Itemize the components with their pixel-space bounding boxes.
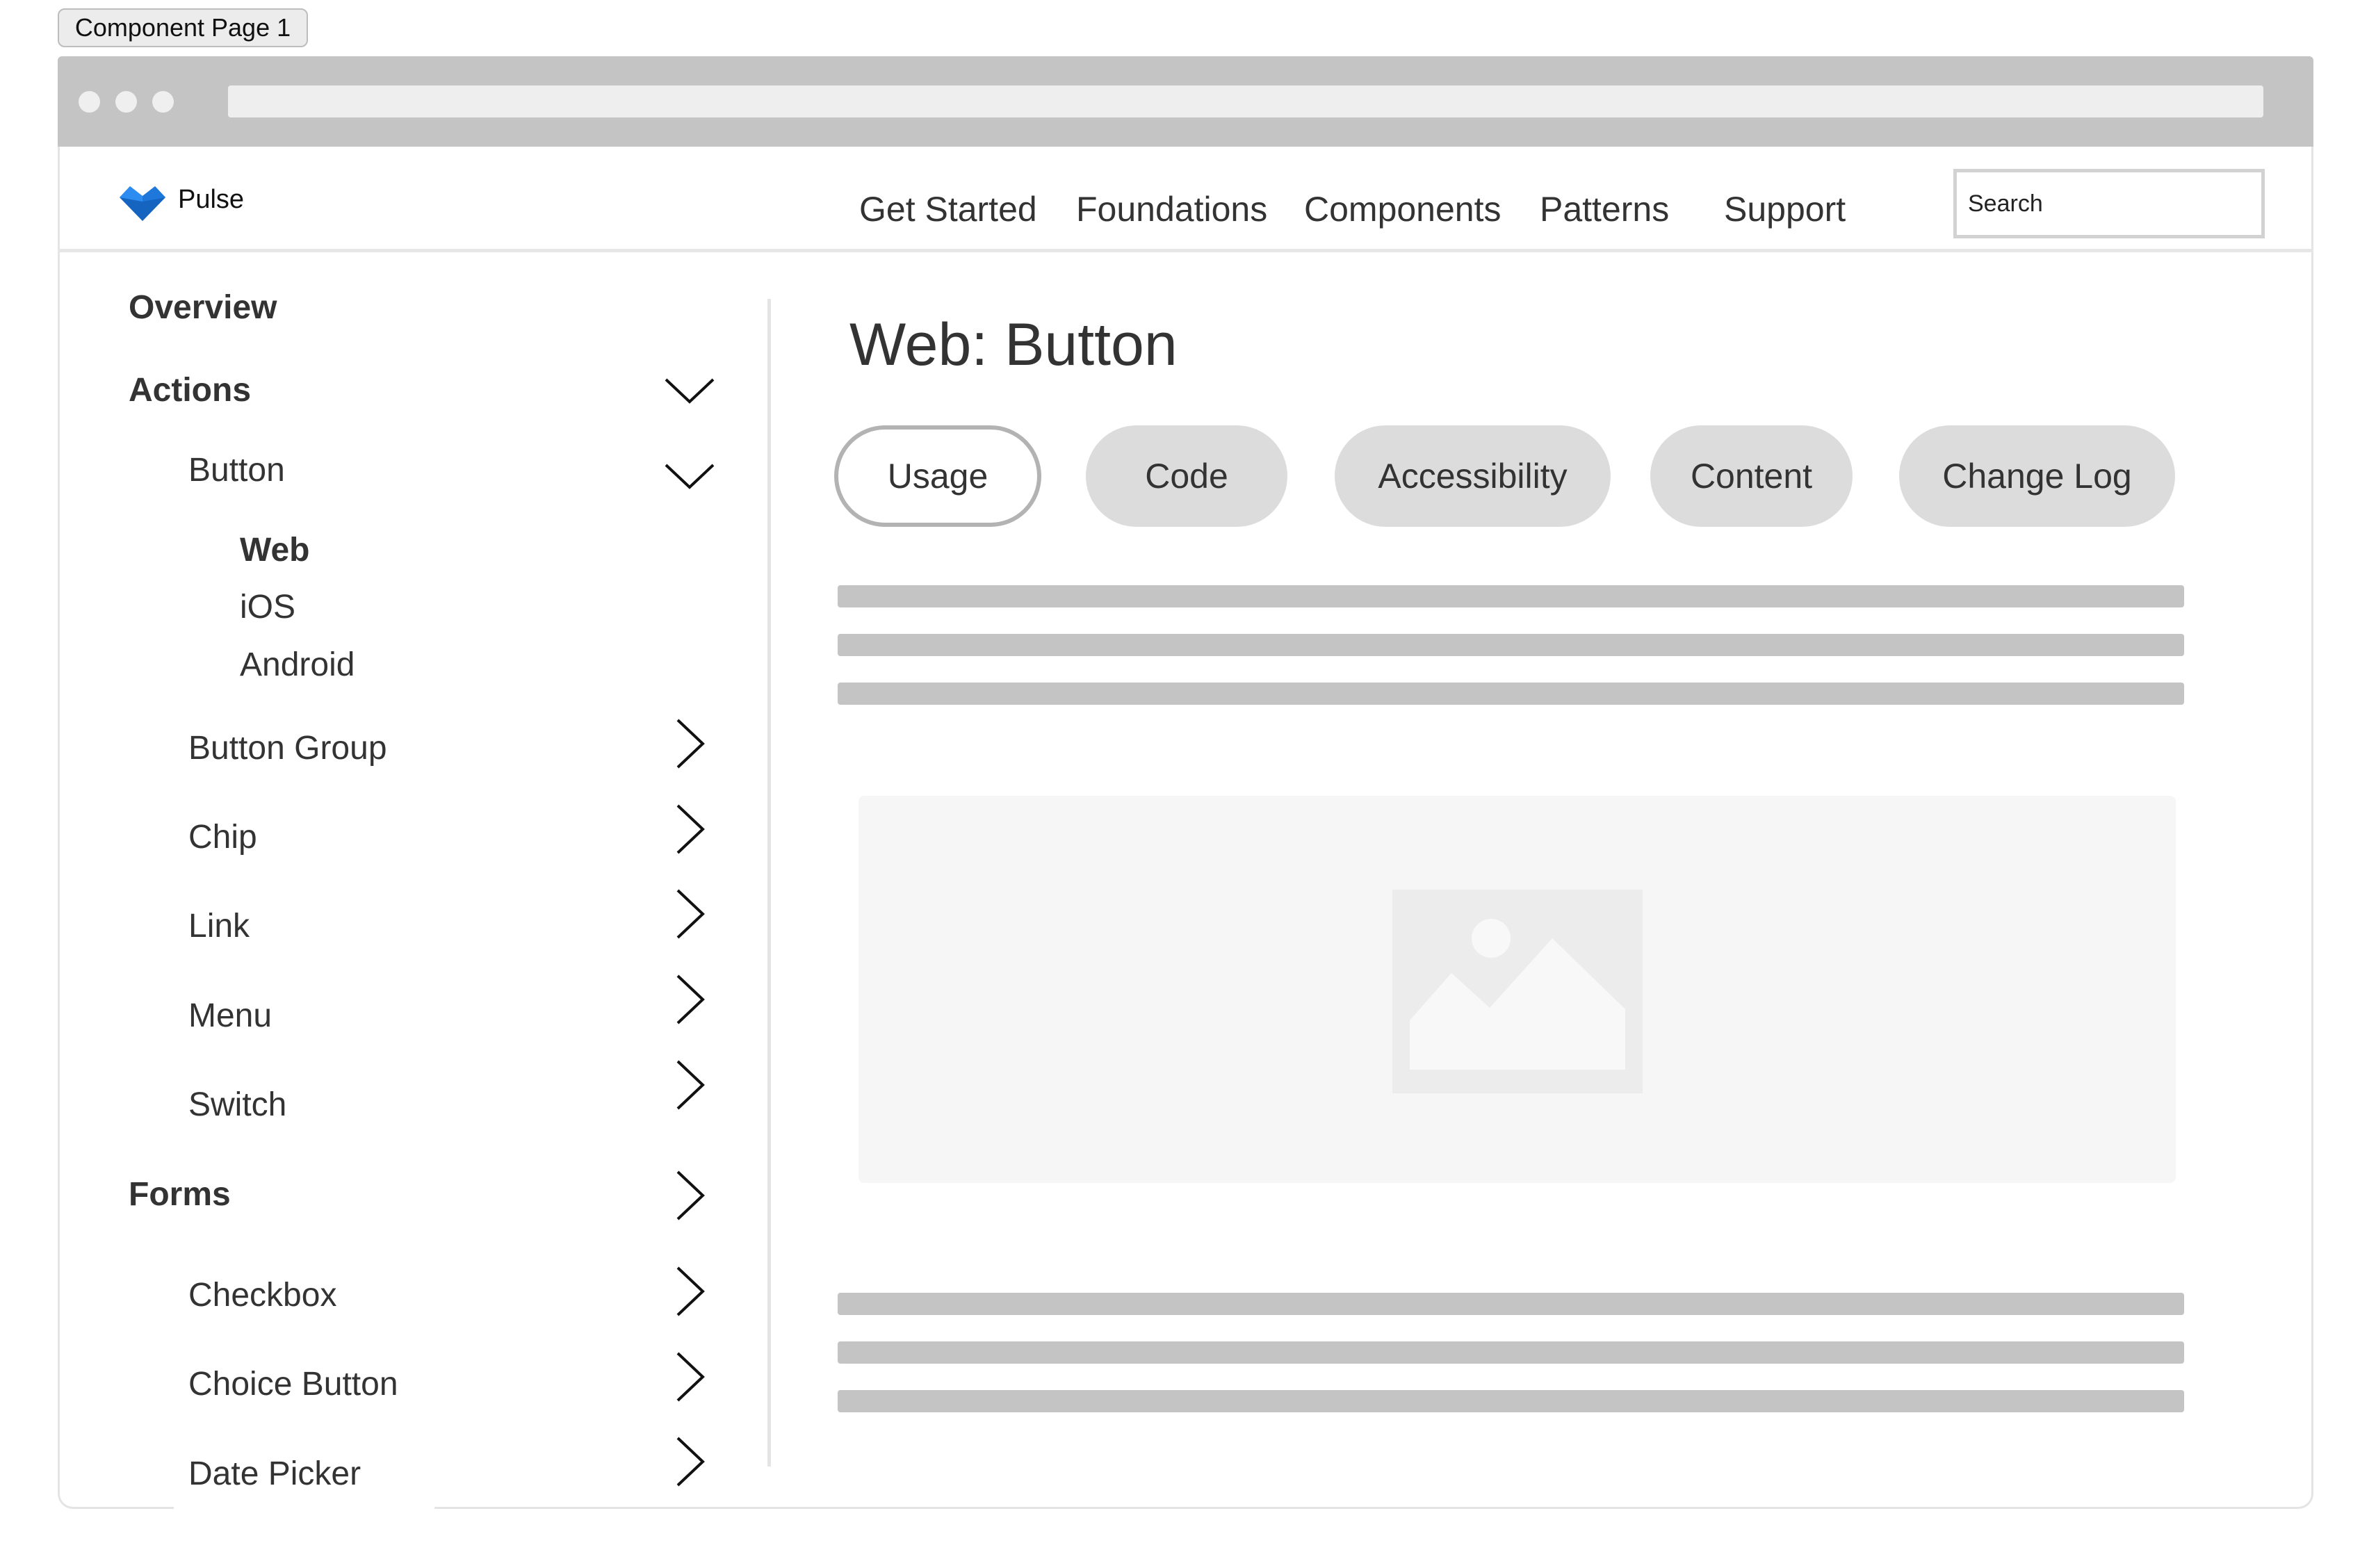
nav-components[interactable]: Components (1304, 189, 1502, 229)
chevron-right-icon[interactable] (664, 1264, 719, 1319)
text-placeholder-line (838, 1293, 2184, 1315)
chevron-right-icon[interactable] (664, 1168, 719, 1223)
sidebar-divider (767, 299, 771, 1467)
text-placeholder-line (838, 683, 2184, 705)
heart-logo-icon[interactable] (118, 181, 167, 222)
tab-code[interactable]: Code (1086, 425, 1287, 527)
sidebar-item-overview[interactable]: Overview (129, 288, 277, 327)
sidebar-item-android[interactable]: Android (240, 646, 355, 684)
brand-name[interactable]: Pulse (178, 185, 244, 215)
nav-foundations[interactable]: Foundations (1076, 189, 1267, 229)
nav-support[interactable]: Support (1724, 189, 1846, 229)
tab-change-log[interactable]: Change Log (1899, 425, 2175, 527)
frame-label: Component Page 1 (58, 8, 308, 47)
nav-get-started[interactable]: Get Started (859, 189, 1037, 229)
chevron-right-icon[interactable] (664, 1057, 719, 1113)
window-dot (79, 91, 100, 113)
text-placeholder-line (838, 634, 2184, 656)
text-placeholder-line (838, 1341, 2184, 1364)
sidebar-item-menu[interactable]: Menu (188, 997, 272, 1035)
chevron-right-icon[interactable] (664, 1434, 719, 1489)
sidebar-item-actions[interactable]: Actions (129, 371, 251, 409)
sidebar-item-date-picker[interactable]: Date Picker (188, 1455, 361, 1493)
sidebar-item-checkbox[interactable]: Checkbox (188, 1276, 336, 1314)
chevron-right-icon[interactable] (664, 801, 719, 857)
sidebar-item-choice-button[interactable]: Choice Button (188, 1365, 398, 1403)
tab-content[interactable]: Content (1650, 425, 1853, 527)
sidebar-item-button-group[interactable]: Button Group (188, 729, 387, 767)
chevron-down-icon[interactable] (662, 363, 717, 418)
sidebar-item-forms[interactable]: Forms (129, 1175, 231, 1214)
search-input[interactable] (1957, 172, 2261, 235)
sidebar-item-web[interactable]: Web (240, 531, 309, 569)
chevron-right-icon[interactable] (664, 716, 719, 771)
tab-usage[interactable]: Usage (834, 425, 1041, 527)
sidebar-item-ios[interactable]: iOS (240, 588, 295, 626)
text-placeholder-line (838, 585, 2184, 607)
window-dot (152, 91, 174, 113)
browser-chrome (58, 56, 2313, 147)
chevron-right-icon[interactable] (664, 1349, 719, 1405)
image-placeholder-icon (1392, 890, 1643, 1093)
address-bar[interactable] (228, 85, 2263, 117)
sidebar-scroll-fade (174, 1500, 434, 1542)
chevron-right-icon[interactable] (664, 886, 719, 942)
sidebar-item-switch[interactable]: Switch (188, 1086, 286, 1124)
page-title: Web: Button (849, 311, 1178, 378)
chevron-down-icon[interactable] (662, 448, 717, 504)
text-placeholder-line (838, 1390, 2184, 1412)
chevron-right-icon[interactable] (664, 972, 719, 1027)
sidebar-item-button[interactable]: Button (188, 451, 285, 489)
header-divider (58, 249, 2313, 252)
window-dot (115, 91, 137, 113)
nav-patterns[interactable]: Patterns (1540, 189, 1669, 229)
sidebar-item-chip[interactable]: Chip (188, 818, 257, 856)
search-box (1953, 169, 2265, 238)
sidebar-item-link[interactable]: Link (188, 907, 250, 945)
tab-accessibility[interactable]: Accessibility (1335, 425, 1611, 527)
